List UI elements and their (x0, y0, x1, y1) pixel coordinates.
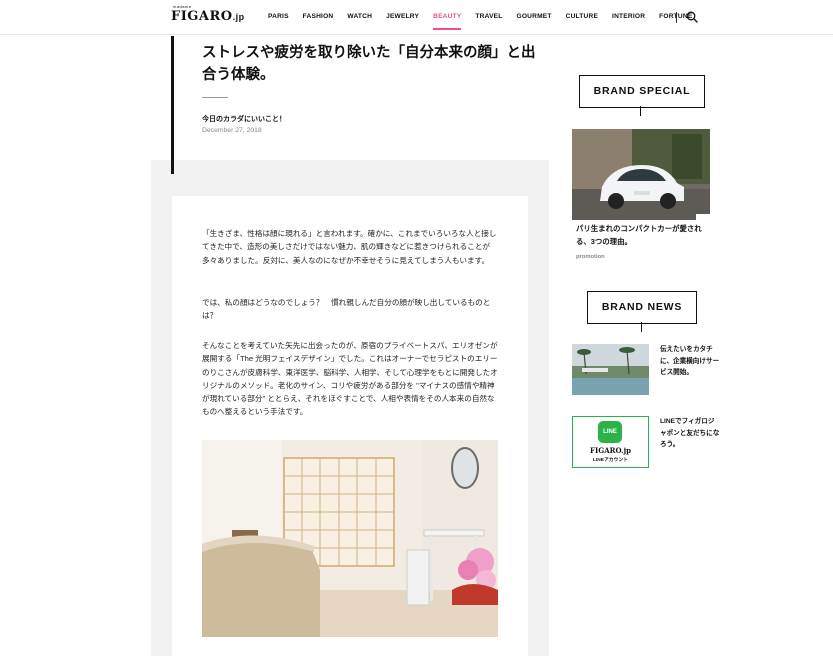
brand-news-heading: BRAND NEWS (587, 291, 697, 324)
nav-jewelry[interactable]: JEWELRY (386, 13, 419, 20)
promo-label: promotion (576, 254, 605, 260)
line-logo-text: LINE (603, 429, 617, 435)
heading-tick (641, 322, 642, 332)
article-date: December 27, 2018 (202, 127, 262, 134)
nav-paris[interactable]: PARIS (268, 13, 289, 20)
logo-suffix: .jp (232, 12, 245, 22)
logo-small: madame (173, 4, 192, 9)
nav-fashion[interactable]: FASHION (303, 13, 334, 20)
line-badge-brand: FIGARO.jp (589, 446, 632, 455)
nav-gourmet[interactable]: GOURMET (517, 13, 552, 20)
article-series[interactable]: 今日のカラダにいいこと！ (202, 114, 286, 124)
nav-divider (676, 12, 677, 23)
article-title: ストレスや疲労を取り除いた「自分本来の顔」と出合う体験。 (202, 45, 536, 83)
line-logo-icon: LINE (598, 421, 622, 443)
article-paragraph: では、私の顔はどうなのでしょう？ 慣れ親しんだ自分の顔が映し出しているものとは？ (202, 298, 491, 321)
nav-watch[interactable]: WATCH (347, 13, 372, 20)
article-paragraph: そんなことを考えていた矢先に出会ったのが、原宿のプライベートスパ、エリオゼンが展… (202, 341, 498, 417)
nav-culture[interactable]: CULTURE (566, 13, 598, 20)
promo-title[interactable]: パリ生まれのコンパクトカーが愛される、3つの理由。 (576, 223, 706, 248)
news-resort-image[interactable] (572, 344, 649, 395)
logo-text: FIGARO (171, 9, 233, 24)
brand-special-heading: BRAND SPECIAL (579, 75, 705, 108)
title-divider (202, 97, 228, 98)
article-paragraph: 「生きざま、性格は顔に現れる」と言われます。確かに、これまでいろいろな人と接して… (202, 229, 497, 265)
site-logo[interactable]: madame FIGARO.jp (171, 4, 245, 24)
line-account-badge[interactable]: LINE FIGARO.jp LINEアカウント (572, 416, 649, 468)
nav-beauty[interactable]: BEAUTY (433, 13, 462, 30)
line-badge-caption: LINEアカウント (593, 458, 628, 463)
promo-car-image[interactable] (572, 129, 710, 220)
news-item-text[interactable]: LINEでフィガロジャポンと友だちになろう。 (660, 416, 720, 451)
search-icon[interactable] (686, 11, 698, 23)
spa-room-photo (202, 440, 498, 637)
nav-travel[interactable]: TRAVEL (475, 13, 502, 20)
heading-tick (640, 106, 641, 116)
site-header: madame FIGARO.jp PARIS FASHION WATCH JEW… (0, 0, 833, 35)
main-nav: PARIS FASHION WATCH JEWELRY BEAUTY TRAVE… (268, 13, 706, 30)
news-item-text[interactable]: 伝えたいをカタチに、企業横向けサービス開始。 (660, 344, 720, 379)
title-accent-bar (171, 36, 174, 174)
nav-interior[interactable]: INTERIOR (612, 13, 645, 20)
